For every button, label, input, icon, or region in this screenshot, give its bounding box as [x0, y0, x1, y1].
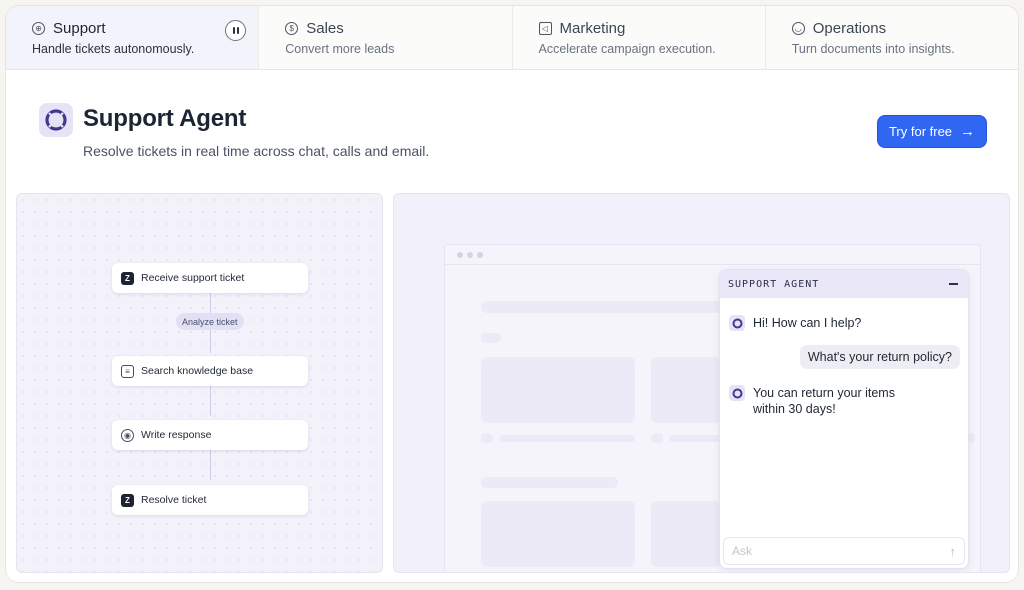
- send-arrow-icon[interactable]: ↑: [950, 544, 957, 559]
- chat-input-box: ↑: [723, 537, 965, 565]
- tab-description: Turn documents into insights.: [791, 42, 955, 56]
- shield-icon: ◉: [121, 428, 134, 442]
- zendesk-icon: Z: [121, 493, 134, 507]
- bot-avatar-icon: [729, 385, 745, 401]
- product-showcase: ⊕ Support Handle tickets autonomously. $…: [5, 5, 1019, 583]
- ask-input[interactable]: [732, 544, 912, 558]
- placeholder-bar: [481, 333, 501, 343]
- minimize-icon[interactable]: [949, 283, 958, 285]
- placeholder-card: [651, 501, 721, 567]
- bot-message-text: You can return your items: [753, 386, 895, 400]
- tab-description: Convert more leads: [285, 42, 395, 56]
- bot-avatar-icon: [729, 315, 745, 331]
- support-agent-logo-icon: [39, 103, 73, 137]
- chat-title: SUPPORT AGENT: [728, 278, 820, 290]
- tab-support[interactable]: ⊕ Support Handle tickets autonomously.: [6, 6, 260, 69]
- workflow-panel: Z Receive support ticket Analyze ticket …: [16, 193, 383, 573]
- placeholder-bar: [669, 435, 721, 442]
- try-for-free-button[interactable]: Try for free →: [877, 115, 987, 148]
- tab-description: Handle tickets autonomously.: [32, 42, 195, 56]
- zendesk-icon: Z: [121, 271, 134, 285]
- tab-operations[interactable]: ◡ Operations Turn documents into insight…: [765, 6, 1018, 69]
- page-title: Support Agent: [83, 105, 247, 132]
- workflow-step-receive[interactable]: Z Receive support ticket: [112, 263, 308, 293]
- megaphone-icon: ◁: [538, 22, 552, 35]
- book-icon: ≡: [121, 364, 134, 378]
- placeholder-card: [481, 501, 635, 567]
- smiley-icon: ◡: [791, 22, 805, 35]
- workflow-step-write[interactable]: ◉ Write response: [112, 420, 308, 450]
- placeholder-card: [651, 357, 721, 423]
- step-label: Receive support ticket: [141, 272, 245, 284]
- cta-label: Try for free: [888, 124, 953, 139]
- flow-connector: [210, 450, 211, 480]
- step-label: Search knowledge base: [141, 365, 254, 377]
- placeholder-card: [481, 357, 635, 423]
- user-message: What's your return policy?: [799, 345, 960, 369]
- workflow-step-resolve[interactable]: Z Resolve ticket: [112, 485, 308, 515]
- placeholder-bar: [651, 433, 663, 443]
- analyze-ticket-chip: Analyze ticket: [176, 313, 244, 330]
- tab-label: Support: [53, 20, 106, 37]
- browser-toolbar: [445, 245, 980, 265]
- tab-marketing[interactable]: ◁ Marketing Accelerate campaign executio…: [512, 6, 766, 69]
- step-label: Write response: [141, 429, 212, 441]
- workflow-step-search[interactable]: ≡ Search knowledge base: [112, 356, 308, 386]
- page-subtitle: Resolve tickets in real time across chat…: [83, 143, 430, 159]
- bot-message: You can return your items within 30 days…: [729, 385, 895, 417]
- bot-message-text: within 30 days!: [753, 402, 836, 416]
- tab-label: Operations: [812, 20, 887, 37]
- arrow-right-icon: →: [960, 123, 976, 140]
- pause-button[interactable]: [225, 20, 246, 41]
- chat-widget: SUPPORT AGENT Hi! How can I help? What's…: [719, 269, 969, 569]
- bot-message: Hi! How can I help?: [729, 315, 861, 331]
- placeholder-bar: [481, 433, 493, 443]
- chat-header: SUPPORT AGENT: [720, 270, 968, 298]
- step-label: Resolve ticket: [141, 494, 207, 506]
- tab-sales[interactable]: $ Sales Convert more leads: [259, 6, 513, 69]
- tab-description: Accelerate campaign execution.: [538, 42, 716, 56]
- placeholder-bar: [481, 477, 618, 488]
- tab-label: Marketing: [559, 20, 626, 37]
- agent-tabs: ⊕ Support Handle tickets autonomously. $…: [6, 6, 1018, 70]
- bot-message-text: Hi! How can I help?: [753, 316, 862, 330]
- chat-demo-panel: SUPPORT AGENT Hi! How can I help? What's…: [393, 193, 1010, 573]
- dollar-icon: $: [285, 22, 299, 35]
- placeholder-bar: [481, 301, 731, 313]
- tab-label: Sales: [306, 20, 344, 37]
- lifebuoy-icon: ⊕: [32, 22, 45, 35]
- placeholder-bar: [499, 435, 635, 442]
- flow-connector: [210, 386, 211, 416]
